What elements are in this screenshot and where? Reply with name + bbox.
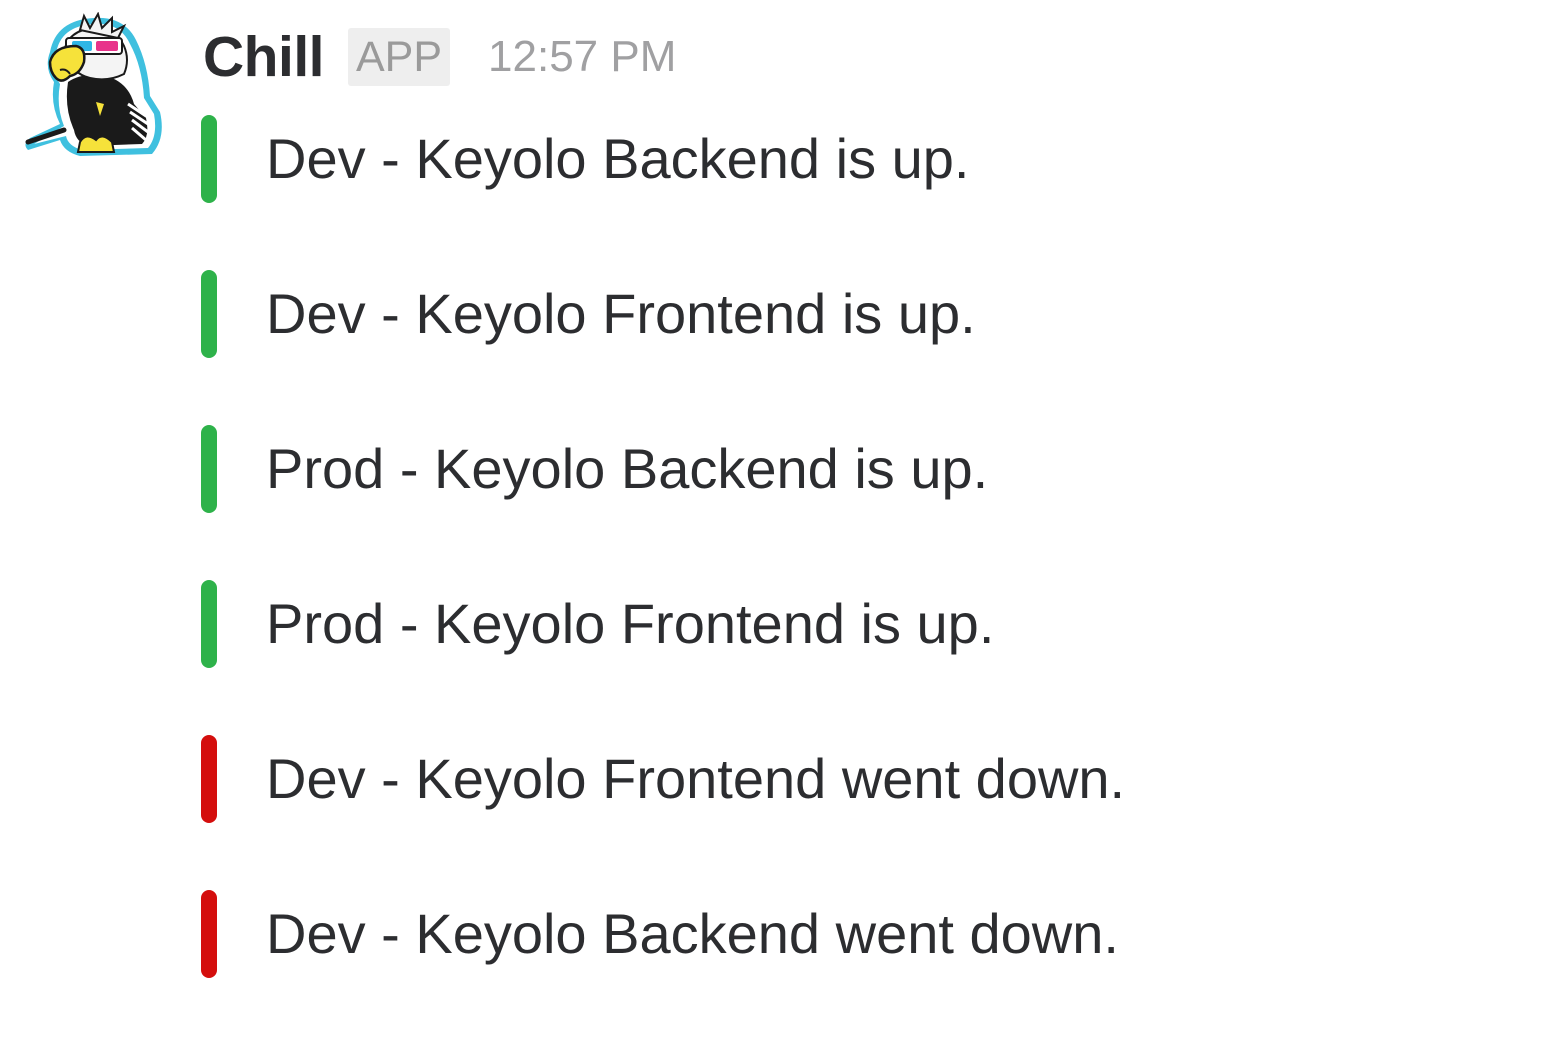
status-bar	[201, 890, 217, 978]
avatar[interactable]	[20, 11, 168, 160]
status-bar	[201, 425, 217, 513]
attachment-text: Dev - Keyolo Frontend is up.	[266, 282, 976, 345]
sender-name[interactable]: Chill	[203, 24, 325, 90]
attachment: Prod - Keyolo Backend is up.	[201, 423, 1501, 515]
attachment-text: Dev - Keyolo Backend went down.	[266, 902, 1119, 965]
message-attachments: Dev - Keyolo Backend is up. Dev - Keyolo…	[201, 113, 1501, 1043]
attachment-text: Dev - Keyolo Frontend went down.	[266, 747, 1126, 810]
attachment-text: Dev - Keyolo Backend is up.	[266, 127, 970, 190]
status-bar	[201, 580, 217, 668]
message-timestamp[interactable]: 12:57 PM	[488, 32, 676, 82]
eagle-with-3d-glasses-avatar-icon	[25, 11, 162, 156]
attachment: Dev - Keyolo Frontend went down.	[201, 733, 1501, 825]
app-badge: APP	[348, 28, 451, 86]
attachment: Dev - Keyolo Frontend is up.	[201, 268, 1501, 360]
status-bar	[201, 735, 217, 823]
status-bar	[201, 270, 217, 358]
attachment-text: Prod - Keyolo Frontend is up.	[266, 592, 995, 655]
attachment-text: Prod - Keyolo Backend is up.	[266, 437, 989, 500]
attachment: Dev - Keyolo Backend went down.	[201, 888, 1501, 980]
attachment: Dev - Keyolo Backend is up.	[201, 113, 1501, 205]
attachment: Prod - Keyolo Frontend is up.	[201, 578, 1501, 670]
message-header: Chill APP 12:57 PM	[203, 22, 676, 92]
status-bar	[201, 115, 217, 203]
